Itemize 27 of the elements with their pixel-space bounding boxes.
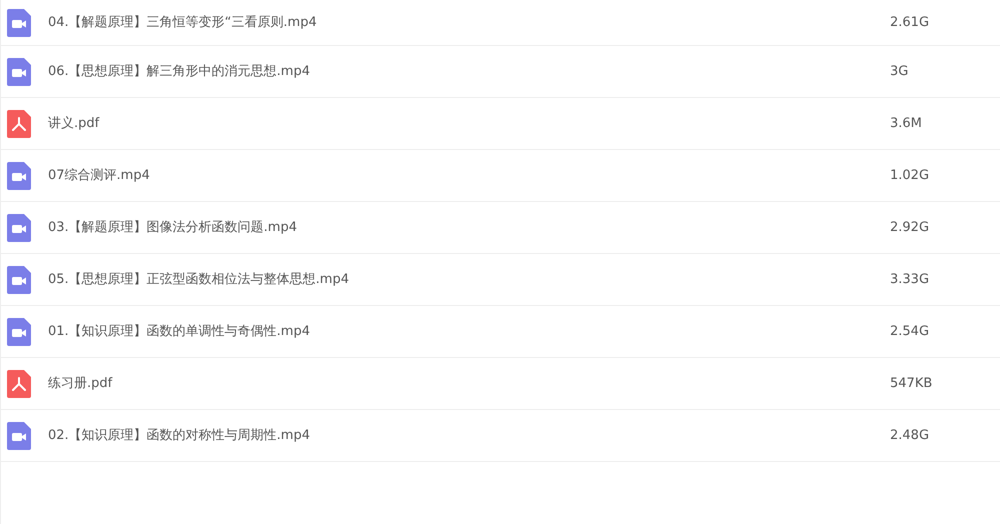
video-file-icon (7, 266, 31, 294)
file-name[interactable]: 02.【知识原理】函数的对称性与周期性.mp4 (48, 426, 868, 446)
file-name[interactable]: 05.【思想原理】正弦型函数相位法与整体思想.mp4 (48, 270, 868, 290)
file-size: 2.48G (890, 426, 930, 445)
file-size: 547KB (890, 374, 932, 393)
file-name[interactable]: 06.【思想原理】解三角形中的消元思想.mp4 (48, 62, 868, 82)
file-size: 3.33G (890, 270, 930, 289)
video-file-icon (7, 162, 31, 190)
file-size: 3G (890, 62, 908, 81)
video-file-icon (7, 58, 31, 86)
pdf-file-icon (7, 110, 31, 138)
video-file-icon (7, 214, 31, 242)
file-size: 2.61G (890, 14, 930, 32)
file-size: 3.6M (890, 114, 922, 133)
file-name[interactable]: 03.【解题原理】图像法分析函数问题.mp4 (48, 218, 868, 238)
file-size: 2.54G (890, 322, 930, 341)
file-size: 1.02G (890, 166, 930, 185)
file-name[interactable]: 练习册.pdf (48, 374, 868, 394)
video-file-icon (7, 318, 31, 346)
file-name[interactable]: 07综合测评.mp4 (48, 166, 868, 186)
pdf-file-icon (7, 370, 31, 398)
video-file-icon (7, 8, 31, 36)
video-file-icon (7, 422, 31, 450)
file-name[interactable]: 01.【知识原理】函数的单调性与奇偶性.mp4 (48, 322, 868, 342)
file-size: 2.92G (890, 218, 930, 237)
file-name[interactable]: 04.【解题原理】三角恒等变形“三看原则.mp4 (48, 12, 868, 32)
file-name[interactable]: 讲义.pdf (48, 114, 868, 134)
